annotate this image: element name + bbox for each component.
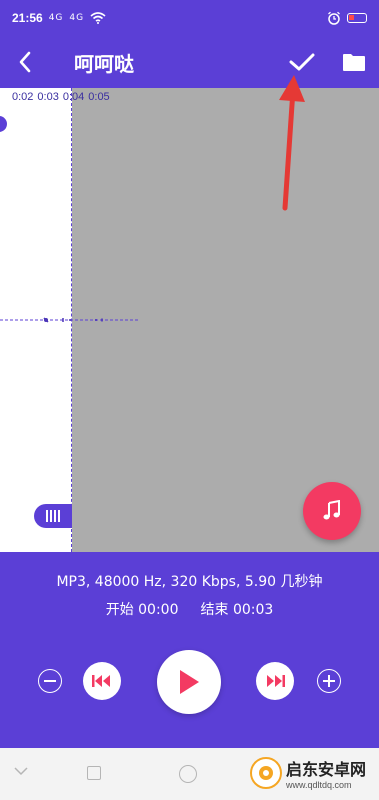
folder-icon <box>343 54 365 71</box>
playback-controls: MP3, 48000 Hz, 320 Kbps, 5.90 几秒钟 开始 00:… <box>0 552 379 748</box>
confirm-button[interactable] <box>282 42 322 82</box>
timeline-tick: 0:04 <box>62 91 85 103</box>
timeline-tick: 0:03 <box>37 91 59 103</box>
end-time-label[interactable]: 结束 00:03 <box>201 599 274 619</box>
time-range: 开始 00:00 结束 00:03 <box>0 599 379 619</box>
nav-home-icon[interactable] <box>87 766 101 780</box>
battery-icon <box>347 13 367 23</box>
skip-back-button[interactable] <box>83 662 121 700</box>
timeline-tick: 0:05 <box>88 91 110 103</box>
back-button[interactable] <box>0 36 50 88</box>
watermark: 启东安卓网 www.qdltdq.com <box>250 756 366 790</box>
play-icon <box>180 670 199 694</box>
play-button[interactable] <box>157 650 221 714</box>
status-time: 21:56 <box>12 11 43 25</box>
check-icon <box>289 53 315 71</box>
start-marker-handle[interactable] <box>0 116 7 132</box>
watermark-name: 启东安卓网 <box>286 760 367 779</box>
nav-recent-icon[interactable] <box>179 765 197 783</box>
file-info: MP3, 48000 Hz, 320 Kbps, 5.90 几秒钟 <box>56 574 323 590</box>
plus-icon <box>323 675 335 687</box>
skip-back-icon <box>92 675 110 687</box>
timeline-ruler: 0:02 0:03 0:04 0:05 <box>12 91 110 103</box>
page-title: 呵呵哒 <box>74 51 134 76</box>
watermark-logo-icon <box>250 757 282 789</box>
nav-back-icon[interactable] <box>12 765 30 777</box>
system-nav-bar: 启东安卓网 www.qdltdq.com <box>0 748 379 800</box>
audio-waveform <box>0 317 140 323</box>
skip-forward-icon <box>267 675 285 687</box>
signal-indicator-1: 4G <box>48 13 64 23</box>
wifi-icon <box>90 12 106 24</box>
minus-icon <box>44 680 56 682</box>
waveform-editor[interactable]: 0:02 0:03 0:04 0:05 <box>0 88 379 552</box>
signal-indicator-2: 4G <box>69 13 85 23</box>
app-bar: 呵呵哒 <box>0 36 379 88</box>
music-note-icon <box>323 500 340 520</box>
status-bar: 21:56 4G 4G <box>0 0 379 36</box>
folder-button[interactable] <box>336 44 372 80</box>
zoom-in-button[interactable] <box>317 669 341 693</box>
zoom-out-button[interactable] <box>38 669 62 693</box>
music-button[interactable] <box>303 482 361 540</box>
timeline-tick: 0:02 <box>12 91 34 103</box>
skip-forward-button[interactable] <box>256 662 294 700</box>
start-time-label[interactable]: 开始 00:00 <box>106 599 179 619</box>
back-arrow-icon <box>19 51 31 73</box>
watermark-url: www.qdltdq.com <box>286 780 352 790</box>
alarm-icon <box>328 11 340 25</box>
end-marker-handle[interactable] <box>34 504 72 528</box>
